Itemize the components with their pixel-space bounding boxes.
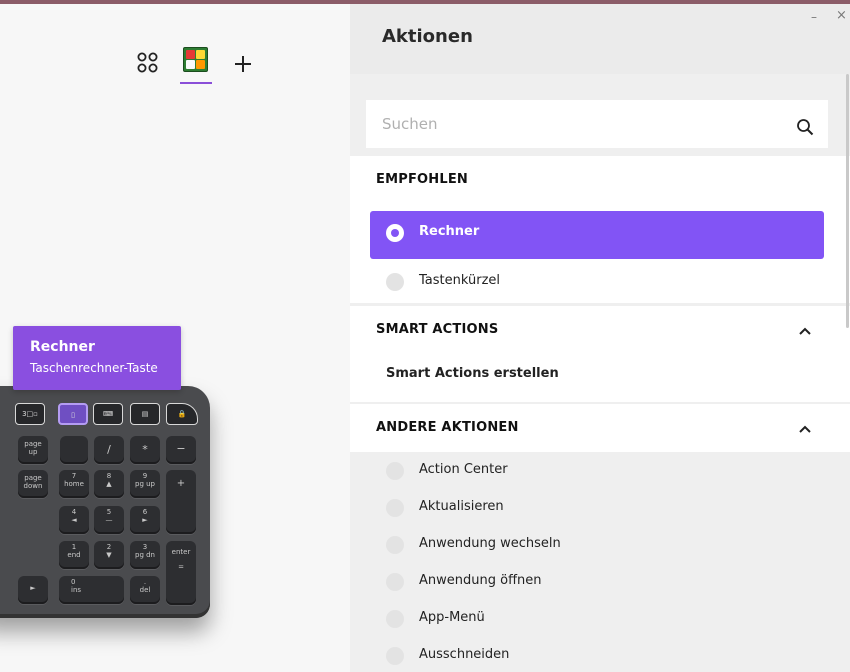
radio-button bbox=[386, 273, 404, 291]
smart-actions-section: SMART ACTIONS Smart Actions erstellen bbox=[350, 306, 850, 402]
radio-button bbox=[386, 647, 404, 665]
tooltip-title: Rechner bbox=[30, 339, 95, 355]
key-5[interactable]: 5 — bbox=[94, 506, 124, 534]
key-1[interactable]: 1 end bbox=[59, 541, 89, 569]
active-app-indicator bbox=[180, 82, 212, 84]
radio-button bbox=[386, 610, 404, 628]
section-title-recommended: EMPFOHLEN bbox=[376, 172, 469, 187]
action-label: Rechner bbox=[419, 224, 480, 239]
action-label: Anwendung wechseln bbox=[419, 536, 561, 551]
action-label: Tastenkürzel bbox=[419, 273, 501, 288]
plus-icon[interactable] bbox=[233, 54, 253, 74]
action-label: Ausschneiden bbox=[419, 647, 510, 662]
calculator-key[interactable]: ▯ bbox=[58, 403, 88, 425]
action-label: Anwendung öffnen bbox=[419, 573, 542, 588]
key-3[interactable]: 3 pg dn bbox=[130, 541, 160, 569]
action-aktualisieren[interactable]: Aktualisieren bbox=[386, 496, 816, 522]
scrollbar[interactable] bbox=[846, 74, 849, 328]
key-arrow-right[interactable]: ► bbox=[18, 576, 48, 604]
function-key[interactable]: ▤ bbox=[130, 403, 160, 425]
radio-selected bbox=[386, 224, 404, 242]
radio-button bbox=[386, 536, 404, 554]
key-6[interactable]: 6 ► bbox=[130, 506, 160, 534]
radio-button bbox=[386, 499, 404, 517]
action-anwendung-oeffnen[interactable]: Anwendung öffnen bbox=[386, 570, 816, 596]
other-actions-header: ANDERE AKTIONEN bbox=[350, 404, 850, 452]
chevron-up-icon[interactable] bbox=[798, 326, 812, 336]
function-key[interactable]: 3□▫ bbox=[15, 403, 45, 425]
function-key[interactable]: ⌨ bbox=[93, 403, 123, 425]
key-2[interactable]: 2 ▼ bbox=[94, 541, 124, 569]
action-label: App-Menü bbox=[419, 610, 485, 625]
search-input[interactable] bbox=[366, 100, 786, 148]
key-minus[interactable]: − bbox=[166, 436, 196, 464]
key-0[interactable]: 0 ins bbox=[59, 576, 124, 604]
radio-button bbox=[386, 573, 404, 591]
device-canvas: 3□▫ ▯ ⌨ ▤ 🔒 page up / * − page down 7 ho… bbox=[0, 4, 350, 672]
action-ausschneiden[interactable]: Ausschneiden bbox=[386, 644, 816, 670]
key-divide[interactable]: / bbox=[94, 436, 124, 464]
key-page-up[interactable]: page up bbox=[18, 436, 48, 464]
key-plus[interactable]: + bbox=[166, 470, 196, 534]
action-action-center[interactable]: Action Center bbox=[386, 459, 816, 485]
keyboard-image: 3□▫ ▯ ⌨ ▤ 🔒 page up / * − page down 7 ho… bbox=[0, 386, 210, 618]
panel-header: Aktionen – × bbox=[350, 4, 850, 74]
key-9[interactable]: 9 pg up bbox=[130, 470, 160, 498]
minimize-icon[interactable]: – bbox=[811, 10, 817, 24]
action-label: Aktualisieren bbox=[419, 499, 504, 514]
actions-panel: Aktionen – × EMPFOHLEN Rechner Tastenkür… bbox=[350, 4, 850, 672]
close-icon[interactable]: × bbox=[836, 8, 847, 23]
key-multiply[interactable]: * bbox=[130, 436, 160, 464]
key-decimal[interactable]: . del bbox=[130, 576, 160, 604]
action-rechner[interactable]: Rechner bbox=[370, 211, 824, 259]
action-app-menue[interactable]: App-Menü bbox=[386, 607, 816, 633]
section-title-smart-actions: SMART ACTIONS bbox=[376, 322, 499, 337]
calculator-app-icon[interactable] bbox=[183, 47, 208, 72]
search-icon[interactable] bbox=[796, 118, 814, 136]
key-numlock[interactable] bbox=[60, 436, 88, 464]
key-7[interactable]: 7 home bbox=[59, 470, 89, 498]
radio-button bbox=[386, 462, 404, 480]
action-anwendung-wechseln[interactable]: Anwendung wechseln bbox=[386, 533, 816, 559]
tooltip-subtitle: Taschenrechner-Taste bbox=[30, 361, 158, 375]
key-page-down[interactable]: page down bbox=[18, 470, 48, 498]
section-title-other-actions: ANDERE AKTIONEN bbox=[376, 420, 519, 435]
key-8[interactable]: 8 ▲ bbox=[94, 470, 124, 498]
key-4[interactable]: 4 ◄ bbox=[59, 506, 89, 534]
lock-key[interactable]: 🔒 bbox=[166, 403, 198, 425]
search-box bbox=[366, 100, 828, 148]
apps-grid-icon[interactable] bbox=[137, 52, 159, 74]
action-label: Action Center bbox=[419, 462, 508, 477]
key-tooltip: Rechner Taschenrechner-Taste bbox=[13, 326, 181, 390]
action-tastenkuerzel[interactable]: Tastenkürzel bbox=[386, 270, 816, 296]
chevron-up-icon[interactable] bbox=[798, 424, 812, 434]
panel-title: Aktionen bbox=[382, 26, 473, 47]
create-smart-actions-link[interactable]: Smart Actions erstellen bbox=[386, 366, 559, 381]
key-enter[interactable]: enter = bbox=[166, 541, 196, 605]
